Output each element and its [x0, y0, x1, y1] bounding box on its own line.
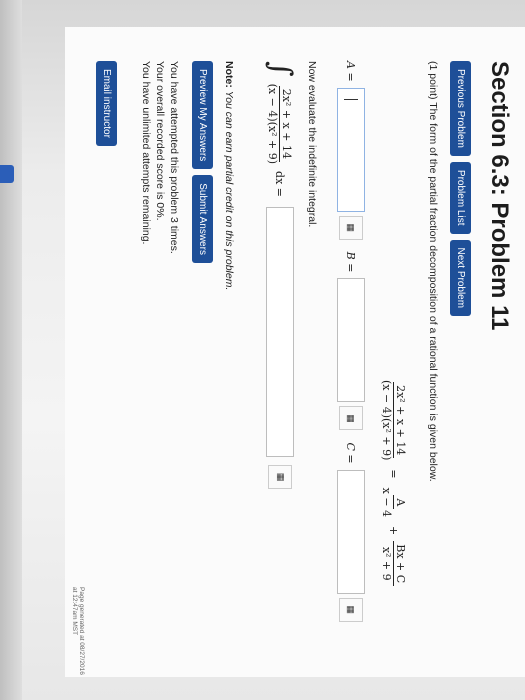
integrand-denominator: (x − 4)(x² + 9) — [266, 83, 280, 165]
blue-edge-tab — [0, 165, 14, 183]
lhs-numerator: 2x² + x + 14 — [393, 382, 407, 459]
lhs-denominator: (x − 4)(x² + 9) — [380, 380, 393, 461]
answer-a-input[interactable] — [337, 87, 365, 212]
integrand-fraction: 2x² + x + 14 (x − 4)(x² + 9) — [267, 81, 294, 167]
text-cursor — [344, 98, 358, 100]
note-label: Note: — [223, 61, 235, 88]
equals-sign: = — [387, 469, 400, 479]
term1-fraction: A x − 4 — [380, 485, 407, 520]
status-attempts: You have attempted this problem 3 times. — [168, 61, 180, 254]
integral-answer-input[interactable] — [266, 207, 294, 458]
term2-denominator: x² + 9 — [380, 546, 393, 581]
keypad-icon[interactable]: ▦ — [268, 465, 292, 490]
monitor-bezel — [0, 0, 22, 700]
term2-numerator: Bx + C — [393, 541, 407, 587]
problem-statement: (1 point) The form of the partial fracti… — [427, 61, 439, 482]
previous-problem-button[interactable]: Previous Problem — [450, 61, 471, 156]
integral-row: ∫ 2x² + x + 14 (x − 4)(x² + 9) dx = ▦ — [263, 61, 298, 501]
label-b: B = — [344, 251, 358, 273]
status-score: Your overall recorded score is 0%. — [154, 61, 166, 221]
term1-denominator: x − 4 — [380, 487, 393, 518]
keypad-icon[interactable]: ▦ — [339, 215, 363, 240]
integral-sign: ∫ — [263, 61, 298, 77]
screen: Section 6.3: Problem 11 Previous Problem… — [30, 27, 525, 677]
keypad-icon[interactable]: ▦ — [339, 597, 363, 622]
submit-answers-button[interactable]: Submit Answers — [192, 175, 213, 263]
decomposition-equation: 2x² + x + 14 (x − 4)(x² + 9) = A x − 4 +… — [380, 377, 407, 587]
attempt-status: You have attempted this problem 3 times.… — [139, 61, 181, 254]
label-a: A = — [344, 61, 358, 82]
preview-answers-button[interactable]: Preview My Answers — [192, 61, 213, 170]
term2-fraction: Bx + C x² + 9 — [380, 541, 407, 587]
integrand-numerator: 2x² + x + 14 — [279, 85, 294, 162]
problem-page: Section 6.3: Problem 11 Previous Problem… — [65, 27, 525, 677]
evaluate-prompt: Now evaluate the indefinite integral. — [306, 61, 318, 228]
problem-nav: Previous Problem Problem List Next Probl… — [450, 61, 471, 317]
problem-list-button[interactable]: Problem List — [450, 161, 471, 234]
answer-c-input[interactable] — [337, 469, 365, 594]
next-problem-button[interactable]: Next Problem — [450, 239, 471, 317]
status-remaining: You have unlimited attempts remaining. — [140, 61, 152, 245]
lhs-fraction: 2x² + x + 14 (x − 4)(x² + 9) — [380, 377, 407, 463]
page-title: Section 6.3: Problem 11 — [486, 61, 513, 331]
partial-credit-note: Note: You can earn partial credit on thi… — [223, 61, 235, 290]
email-instructor-button[interactable]: Email instructor — [96, 61, 117, 146]
coefficient-inputs: A = ▦ B = ▦ C = ▦ — [337, 61, 365, 634]
answer-b-input[interactable] — [337, 278, 365, 403]
note-text: You can earn partial credit on this prob… — [223, 90, 235, 291]
page-footer: Page generated at 08/27/2016 at 12:47am … — [71, 587, 85, 675]
plus-sign: + — [387, 526, 400, 536]
answer-actions: Preview My Answers Submit Answers — [192, 61, 213, 263]
keypad-icon[interactable]: ▦ — [339, 406, 363, 431]
integral-suffix: dx = — [273, 171, 287, 198]
label-c: C = — [344, 442, 358, 464]
term1-numerator: A — [393, 495, 407, 510]
